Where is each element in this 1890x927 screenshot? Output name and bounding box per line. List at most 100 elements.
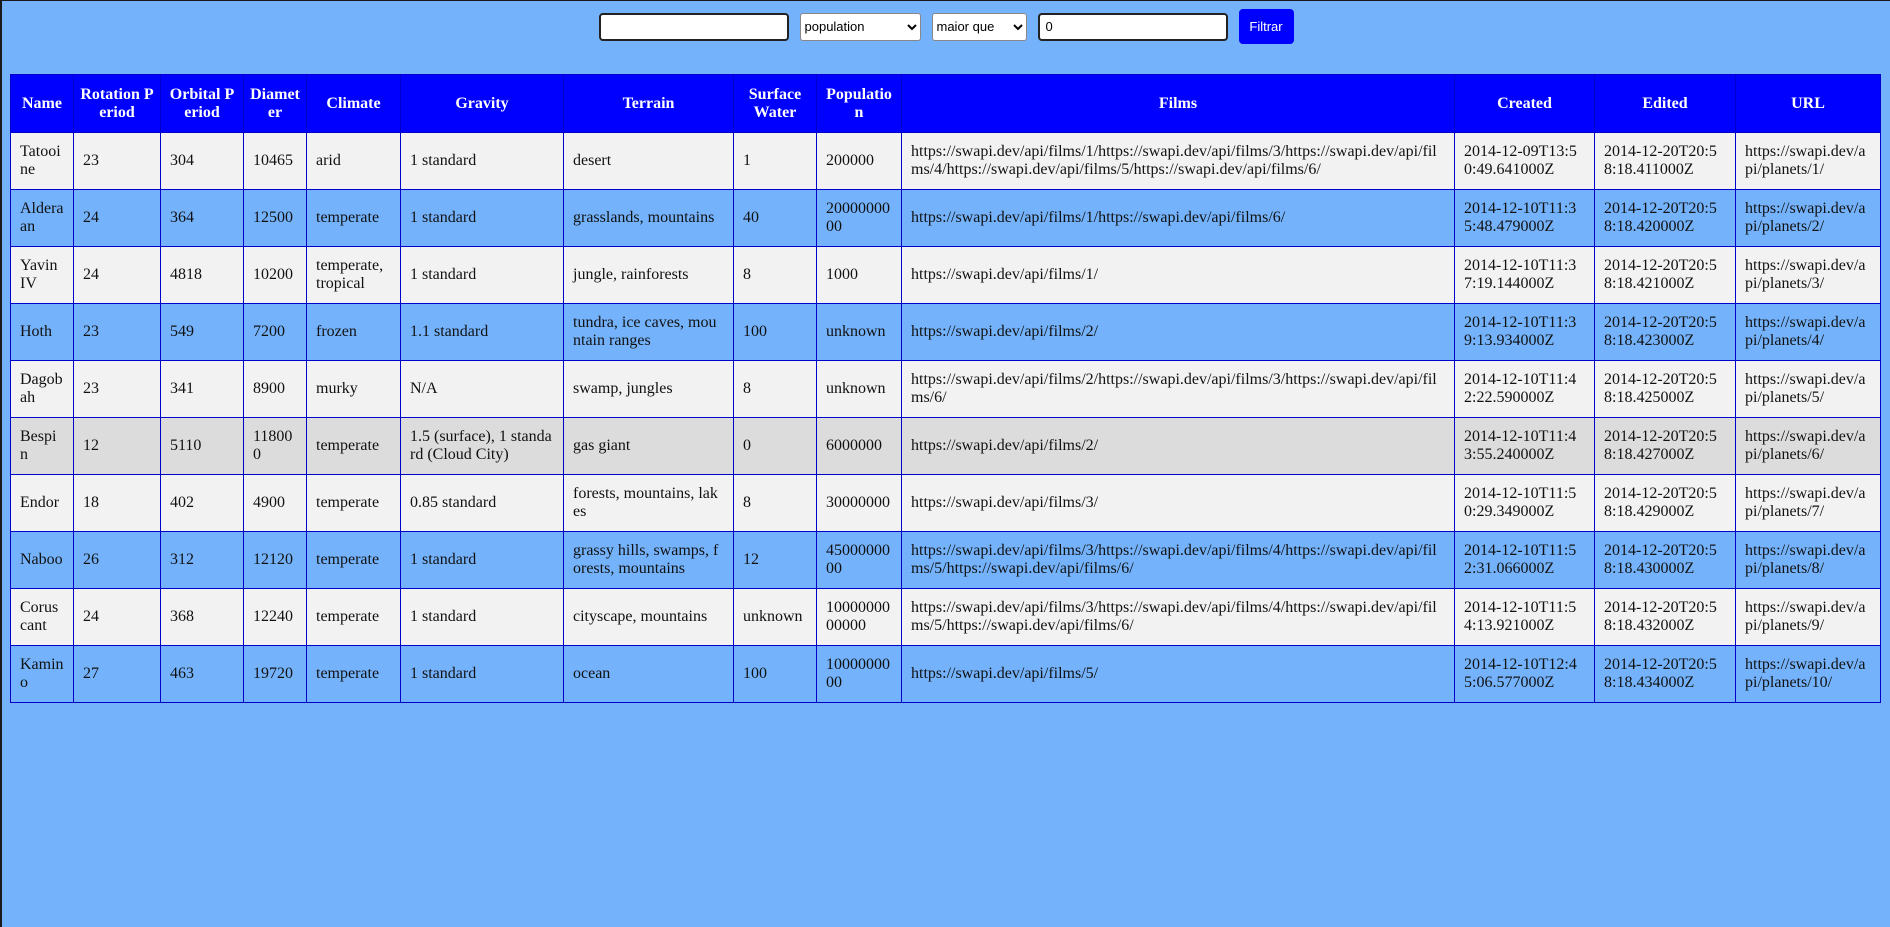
table-cell: 8 bbox=[733, 246, 817, 304]
table-cell: 4500000000 bbox=[816, 531, 902, 589]
table-cell: jungle, rainforests bbox=[563, 246, 734, 304]
table-cell: desert bbox=[563, 132, 734, 190]
table-cell: https://swapi.dev/api/films/3/ bbox=[901, 474, 1455, 532]
table-cell: 23 bbox=[73, 132, 161, 190]
table-row: Hoth 23 549 7200 frozen 1.1 standard tundra, i… bbox=[10, 303, 1881, 361]
table-cell: 2014-12-09T13:50:49.641000Z bbox=[1454, 132, 1595, 190]
table-cell: 4900 bbox=[243, 474, 307, 532]
table-cell: 341 bbox=[160, 360, 244, 418]
table-cell: 1 standard bbox=[400, 645, 564, 703]
table-cell: 2014-12-20T20:58:18.421000Z bbox=[1594, 246, 1736, 304]
table-cell: 2014-12-10T11:37:19.144000Z bbox=[1454, 246, 1595, 304]
column-header: Edited bbox=[1594, 74, 1736, 133]
table-cell: https://swapi.dev/api/planets/2/ bbox=[1735, 189, 1881, 247]
table-cell: 200000 bbox=[816, 132, 902, 190]
table-cell: https://swapi.dev/api/films/1/https://sw… bbox=[901, 189, 1455, 247]
table-row: Alderaan 24 364 12500 temperate 1 standard gra… bbox=[10, 189, 1881, 247]
table-cell: 1 standard bbox=[400, 588, 564, 646]
table-cell: 2014-12-20T20:58:18.411000Z bbox=[1594, 132, 1736, 190]
column-select[interactable]: populationorbital_perioddiameterrotation… bbox=[799, 12, 921, 41]
comparison-select[interactable]: maior quemenor queigual a bbox=[931, 12, 1027, 41]
table-cell: 2014-12-20T20:58:18.427000Z bbox=[1594, 417, 1736, 475]
table-cell: 26 bbox=[73, 531, 161, 589]
table-row: Naboo 26 312 12120 temperate 1 standard grassy… bbox=[10, 531, 1881, 589]
table-cell: 2014-12-20T20:58:18.423000Z bbox=[1594, 303, 1736, 361]
table-cell: Kamino bbox=[10, 645, 74, 703]
table-cell: 1 bbox=[733, 132, 817, 190]
table-cell: 549 bbox=[160, 303, 244, 361]
table-cell: 304 bbox=[160, 132, 244, 190]
table-cell: 12120 bbox=[243, 531, 307, 589]
table-row: Bespin 12 5110 118000 temperate 1.5 (surface)… bbox=[10, 417, 1881, 475]
table-cell: 8 bbox=[733, 474, 817, 532]
table-cell: 18 bbox=[73, 474, 161, 532]
table-cell: 10465 bbox=[243, 132, 307, 190]
table-cell: 2000000000 bbox=[816, 189, 902, 247]
table-cell: cityscape, mountains bbox=[563, 588, 734, 646]
column-header: Diameter bbox=[243, 74, 307, 133]
table-cell: 0 bbox=[733, 417, 817, 475]
table-cell: forests, mountains, lakes bbox=[563, 474, 734, 532]
table-cell: temperate bbox=[306, 588, 401, 646]
table-cell: 1 standard bbox=[400, 246, 564, 304]
table-cell: 7200 bbox=[243, 303, 307, 361]
column-header: Surface Water bbox=[733, 74, 817, 133]
table-cell: Coruscant bbox=[10, 588, 74, 646]
table-cell: 368 bbox=[160, 588, 244, 646]
table-cell: 24 bbox=[73, 189, 161, 247]
table-cell: swamp, jungles bbox=[563, 360, 734, 418]
table-row: Coruscant 24 368 12240 temperate 1 standard ci… bbox=[10, 588, 1881, 646]
table-cell: 1 standard bbox=[400, 132, 564, 190]
table-cell: 2014-12-10T11:54:13.921000Z bbox=[1454, 588, 1595, 646]
table-row: Tatooine 23 304 10465 arid 1 standard desert 1 2… bbox=[10, 132, 1881, 190]
table-cell: 2014-12-10T11:52:31.066000Z bbox=[1454, 531, 1595, 589]
table-cell: grasslands, mountains bbox=[563, 189, 734, 247]
table-cell: 463 bbox=[160, 645, 244, 703]
table-cell: 2014-12-20T20:58:18.420000Z bbox=[1594, 189, 1736, 247]
table-cell: temperate bbox=[306, 417, 401, 475]
table-cell: https://swapi.dev/api/planets/1/ bbox=[1735, 132, 1881, 190]
filter-button[interactable]: Filtrar bbox=[1238, 9, 1294, 44]
table-cell: 1.1 standard bbox=[400, 303, 564, 361]
table-cell: 2014-12-20T20:58:18.425000Z bbox=[1594, 360, 1736, 418]
table-cell: 5110 bbox=[160, 417, 244, 475]
table-cell: Naboo bbox=[10, 531, 74, 589]
table-body: Tatooine 23 304 10465 arid 1 standard desert 1 2… bbox=[10, 132, 1881, 703]
table-cell: temperate bbox=[306, 531, 401, 589]
planets-table: Name Rotation Period Orbital Period Diamete… bbox=[10, 74, 1881, 703]
table-cell: 1.5 (surface), 1 standard (Cloud City) bbox=[400, 417, 564, 475]
table-cell: https://swapi.dev/api/planets/8/ bbox=[1735, 531, 1881, 589]
table-cell: Dagobah bbox=[10, 360, 74, 418]
column-header: URL bbox=[1735, 74, 1881, 133]
table-cell: 0.85 standard bbox=[400, 474, 564, 532]
table-cell: 2014-12-10T12:45:06.577000Z bbox=[1454, 645, 1595, 703]
table-cell: N/A bbox=[400, 360, 564, 418]
table-row: Yavin IV 24 4818 10200 temperate, tropical 1 … bbox=[10, 246, 1881, 304]
table-cell: 1000 bbox=[816, 246, 902, 304]
name-filter-input[interactable] bbox=[598, 12, 789, 41]
value-input[interactable] bbox=[1037, 12, 1228, 41]
table-cell: 2014-12-10T11:42:22.590000Z bbox=[1454, 360, 1595, 418]
table-cell: 40 bbox=[733, 189, 817, 247]
table-cell: 8900 bbox=[243, 360, 307, 418]
table-cell: Yavin IV bbox=[10, 246, 74, 304]
table-cell: 10200 bbox=[243, 246, 307, 304]
table-cell: https://swapi.dev/api/planets/9/ bbox=[1735, 588, 1881, 646]
table-cell: https://swapi.dev/api/planets/5/ bbox=[1735, 360, 1881, 418]
table-cell: 12 bbox=[73, 417, 161, 475]
table-cell: frozen bbox=[306, 303, 401, 361]
table-cell: 364 bbox=[160, 189, 244, 247]
table-cell: temperate, tropical bbox=[306, 246, 401, 304]
table-cell: https://swapi.dev/api/films/2/ bbox=[901, 417, 1455, 475]
table-cell: Tatooine bbox=[10, 132, 74, 190]
table-cell: 8 bbox=[733, 360, 817, 418]
table-cell: https://swapi.dev/api/planets/3/ bbox=[1735, 246, 1881, 304]
table-cell: 12240 bbox=[243, 588, 307, 646]
table-cell: 4818 bbox=[160, 246, 244, 304]
table-cell: 312 bbox=[160, 531, 244, 589]
table-cell: unknown bbox=[733, 588, 817, 646]
column-header: Climate bbox=[306, 74, 401, 133]
table-cell: 2014-12-10T11:43:55.240000Z bbox=[1454, 417, 1595, 475]
table-cell: Endor bbox=[10, 474, 74, 532]
table-cell: 100 bbox=[733, 303, 817, 361]
